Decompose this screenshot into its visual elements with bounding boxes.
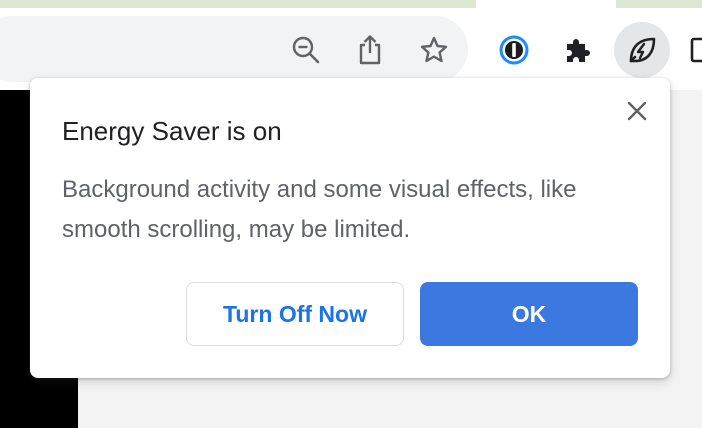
dialog-title: Energy Saver is on xyxy=(62,116,282,146)
bookmark-star-icon[interactable] xyxy=(414,30,454,70)
close-button[interactable] xyxy=(620,94,654,128)
ok-button[interactable]: OK xyxy=(420,282,638,346)
omnibox[interactable] xyxy=(0,16,468,82)
energy-saver-dialog: Energy Saver is on Background activity a… xyxy=(30,78,670,378)
energy-saver-leaf-icon[interactable] xyxy=(622,30,662,70)
turn-off-now-button[interactable]: Turn Off Now xyxy=(186,282,404,346)
side-panel-icon[interactable] xyxy=(684,30,702,70)
browser-toolbar xyxy=(0,0,702,90)
extensions-puzzle-icon[interactable] xyxy=(558,30,598,70)
tab-strip-gap xyxy=(476,0,616,8)
zoom-out-icon[interactable] xyxy=(286,30,326,70)
dialog-body: Background activity and some visual effe… xyxy=(62,176,577,243)
share-icon[interactable] xyxy=(350,30,390,70)
password-manager-icon[interactable] xyxy=(494,30,534,70)
close-icon xyxy=(627,101,647,121)
